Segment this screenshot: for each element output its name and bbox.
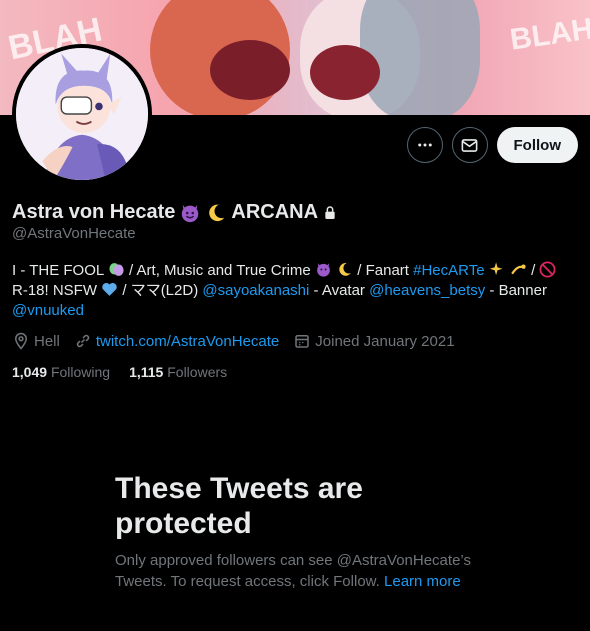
following-label: Following — [50, 364, 111, 380]
banner-art — [360, 0, 480, 115]
handle: @AstraVonHecate — [12, 225, 136, 242]
protected-text: Only approved followers can see @AstraVo… — [115, 551, 495, 592]
bio-text: / Fanart — [353, 262, 414, 279]
more-icon — [417, 143, 432, 147]
followers-label: Followers — [167, 364, 228, 380]
bio-text: / ママ(L2D) — [118, 282, 203, 299]
smiling-devil-emoji-icon — [317, 263, 330, 277]
bio-text: - Banner — [485, 282, 547, 299]
mention-link[interactable]: @vnuuked — [12, 302, 84, 319]
sparkles-emoji-icon — [489, 262, 503, 276]
protected-notice: These Tweets are protected Only approved… — [115, 471, 495, 592]
bio-text: I - THE FOOL — [12, 262, 104, 279]
website-link[interactable]: twitch.com/AstraVonHecate — [96, 333, 279, 350]
avatar[interactable] — [12, 44, 152, 184]
banner-text: BLAH — [508, 12, 590, 57]
dizzy-emoji-icon — [511, 264, 526, 275]
joined-text: Joined January 2021 — [315, 332, 455, 350]
crescent-moon-emoji-icon — [339, 263, 351, 276]
display-name-suffix: ARCANA — [231, 201, 319, 223]
follow-button[interactable]: Follow — [496, 127, 578, 163]
bio: I - THE FOOL / Art, Music and True Crime… — [12, 261, 578, 321]
more-button[interactable] — [406, 127, 443, 163]
display-name: Astra von Hecate ARCANA — [12, 201, 338, 224]
location-text: Hell — [34, 332, 60, 350]
location: Hell — [12, 332, 60, 350]
bio-text: / — [526, 262, 540, 279]
followers-link[interactable]: 1,115 Followers — [129, 364, 227, 380]
banner-art — [310, 45, 380, 100]
follow-counts: 1,049 Following 1,115 Followers — [12, 364, 246, 380]
bio-text: R-18! NSFW — [12, 282, 102, 299]
mention-link[interactable]: @heavens_betsy — [369, 282, 485, 299]
link-icon — [76, 334, 90, 348]
no-one-under-eighteen-emoji-icon — [539, 261, 556, 278]
learn-more-link[interactable]: Learn more — [384, 573, 461, 590]
blue-heart-emoji-icon — [102, 282, 117, 296]
calendar-icon — [295, 335, 310, 348]
profile-meta: Hell twitch.com/AstraVonHecate Joined Ja… — [12, 332, 469, 350]
bio-text: - Avatar — [309, 282, 370, 299]
followers-count: 1,115 — [129, 364, 164, 380]
mention-link[interactable]: @sayoakanashi — [202, 282, 309, 299]
bio-text: / Art, Music and True Crime — [124, 262, 315, 279]
hashtag-link[interactable]: #HecARTe — [413, 262, 484, 279]
following-count: 1,049 — [12, 364, 48, 380]
display-name-text: Astra von Hecate — [12, 201, 176, 223]
lock-icon — [325, 205, 335, 219]
location-icon — [14, 332, 28, 350]
banner-art — [210, 40, 290, 100]
crescent-moon-emoji-icon — [209, 204, 225, 221]
protected-heading: These Tweets are protected — [115, 472, 363, 540]
following-link[interactable]: 1,049 Following — [12, 364, 110, 380]
joined-date: Joined January 2021 — [293, 332, 455, 350]
smiling-devil-emoji-icon — [182, 204, 199, 222]
profile-actions: Follow — [406, 127, 578, 163]
avatar-illustration — [16, 48, 148, 180]
website: twitch.com/AstraVonHecate — [74, 332, 279, 350]
message-button[interactable] — [451, 127, 488, 163]
message-icon — [461, 138, 478, 152]
performing-arts-emoji-icon — [109, 263, 124, 276]
